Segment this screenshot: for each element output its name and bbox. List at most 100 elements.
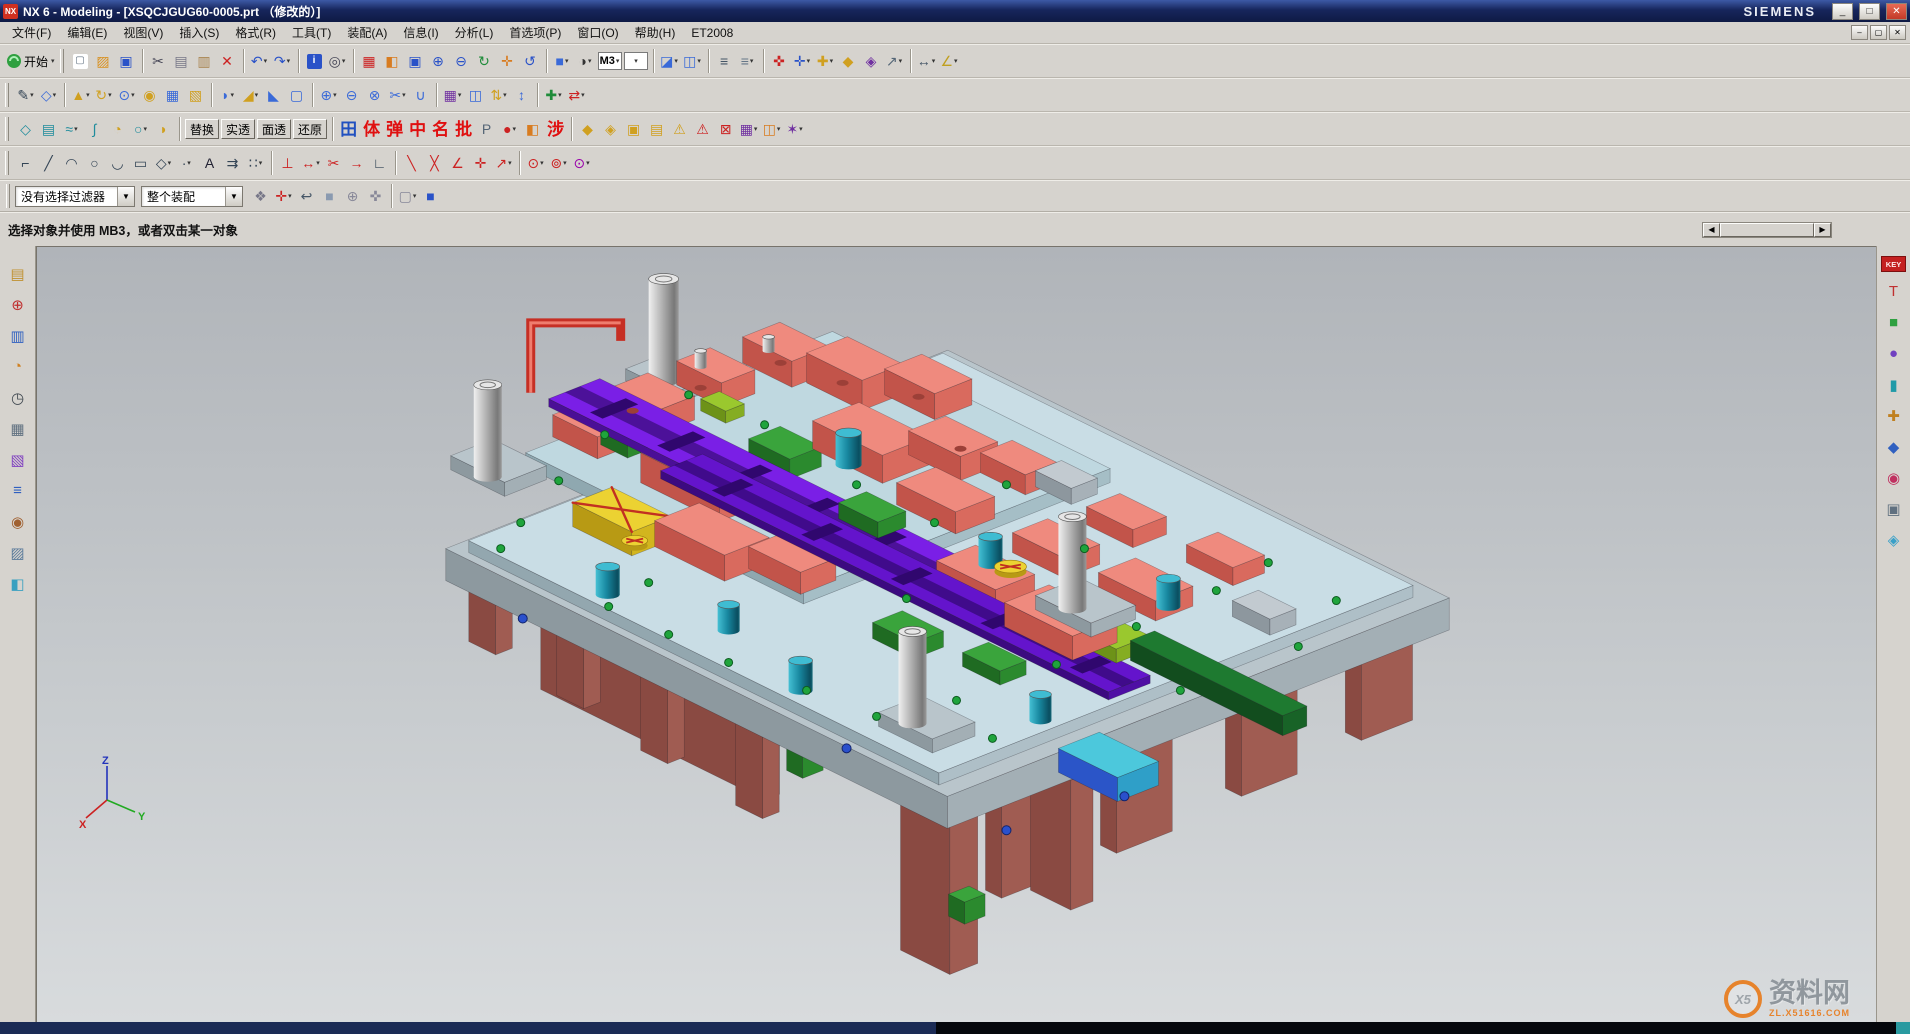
refresh-button[interactable]: ↻ xyxy=(473,50,496,73)
n-sided-surface-button[interactable]: ○▾ xyxy=(129,118,152,141)
rollback-button[interactable]: ↩ xyxy=(295,185,318,208)
selection-scope-combo[interactable]: 整个装配 ▼ xyxy=(141,186,243,207)
menu-item-4[interactable]: 插入(S) xyxy=(171,22,227,43)
scale-body-button[interactable]: ↕ xyxy=(510,84,533,107)
four-point-surface-button[interactable]: ◇ xyxy=(14,118,37,141)
datum-plane-button[interactable]: ◇▾ xyxy=(37,84,60,107)
touch-panel-icon[interactable]: ◧ xyxy=(4,570,32,597)
history-resource-icon[interactable]: ◉ xyxy=(1880,464,1908,491)
menu-item-7[interactable]: 装配(A) xyxy=(339,22,395,43)
arrow-tool-button[interactable]: ↗▾ xyxy=(883,50,906,73)
pan-button[interactable]: ✛ xyxy=(496,50,519,73)
boss-button[interactable]: ◉ xyxy=(138,84,161,107)
measure-angle-button[interactable]: ∠▾ xyxy=(938,50,961,73)
point-circle-a-button[interactable]: ⊙▾ xyxy=(524,152,547,175)
pad-button[interactable]: ▧ xyxy=(184,84,207,107)
rectangle-button[interactable]: ▭ xyxy=(129,152,152,175)
move-face-button[interactable]: ✚▾ xyxy=(542,84,565,107)
unite-button[interactable]: ⊕▾ xyxy=(317,84,340,107)
datum-grid-button[interactable]: ▦ xyxy=(358,50,381,73)
menu-item-1[interactable]: 文件(F) xyxy=(4,22,59,43)
extrude-button[interactable]: ▲▾ xyxy=(69,84,92,107)
revolve-button[interactable]: ↻▾ xyxy=(92,84,115,107)
assembly-resource-icon[interactable]: ■ xyxy=(1880,309,1908,336)
horizontal-scrollbar[interactable]: ◀ ▶ xyxy=(1702,222,1832,238)
m3-tool-button[interactable]: M3▾ xyxy=(598,52,622,70)
text-button[interactable]: A xyxy=(198,152,221,175)
menu-item-11[interactable]: 窗口(O) xyxy=(569,22,626,43)
solid-transparent-button[interactable]: 实透 xyxy=(221,119,255,139)
sketch-angle-button[interactable]: ∠ xyxy=(446,152,469,175)
face-transparent-button[interactable]: 面透 xyxy=(257,119,291,139)
manufacturing-wizard-icon[interactable]: ≡ xyxy=(4,477,32,504)
spring-tool-button[interactable]: 弹 xyxy=(383,118,406,141)
explode-button[interactable]: ✶▾ xyxy=(783,118,806,141)
line-button[interactable]: ╱ xyxy=(37,152,60,175)
orient-wcs-button[interactable]: ✚▾ xyxy=(814,50,837,73)
fit-view-button[interactable]: ▣ xyxy=(404,50,427,73)
measure-distance-button[interactable]: ↔▾ xyxy=(915,50,938,73)
sketch-cross-button[interactable]: ╳ xyxy=(423,152,446,175)
sketch-plus-button[interactable]: ✛ xyxy=(469,152,492,175)
bookmarks-icon[interactable]: ◈ xyxy=(1880,526,1908,553)
arc-button[interactable]: ◠ xyxy=(60,152,83,175)
menu-item-12[interactable]: 帮助(H) xyxy=(627,22,684,43)
restore-button[interactable]: 还原 xyxy=(293,119,327,139)
assembly-navigator-icon[interactable]: ▤ xyxy=(4,260,32,287)
minimize-button[interactable]: _ xyxy=(1832,3,1853,20)
exclude-button[interactable]: ⊠ xyxy=(714,118,737,141)
copy-button[interactable]: ▤ xyxy=(170,50,193,73)
constraints-button[interactable]: ⊥ xyxy=(276,152,299,175)
synchronous-modeling-button[interactable]: ⇄▾ xyxy=(565,84,588,107)
paste-button[interactable]: ▥ xyxy=(193,50,216,73)
move-handle-button[interactable]: ✜ xyxy=(364,185,387,208)
close-button[interactable]: ✕ xyxy=(1886,3,1907,20)
open-button[interactable]: ▨ xyxy=(92,50,115,73)
component-b-button[interactable]: ▤ xyxy=(645,118,668,141)
work-view-button[interactable]: ■ xyxy=(419,185,442,208)
display-grid-button[interactable]: 田 xyxy=(337,118,360,141)
replace-button[interactable]: 替换 xyxy=(185,119,219,139)
swept-button[interactable]: ∫ xyxy=(83,118,106,141)
hole-button[interactable]: ⊙▾ xyxy=(115,84,138,107)
start-button[interactable]: 开始 ▾ xyxy=(3,50,58,73)
info-button[interactable]: i xyxy=(303,50,326,73)
rotate-view-button[interactable]: ↺ xyxy=(519,50,542,73)
name-tool-button[interactable]: 名 xyxy=(429,118,452,141)
command-finder-button[interactable]: ◎▾ xyxy=(326,50,349,73)
delete-button[interactable]: ✕ xyxy=(216,50,239,73)
window-list-button[interactable]: ≡ xyxy=(713,50,736,73)
background-button[interactable]: ▾ xyxy=(624,52,648,70)
undo-button[interactable]: ↶▾ xyxy=(248,50,271,73)
offset-curve-button[interactable]: ⇉ xyxy=(221,152,244,175)
mirror-assembly-button[interactable]: ◫▾ xyxy=(760,118,783,141)
quick-trim-button[interactable]: ✂ xyxy=(322,152,345,175)
save-button[interactable]: ▣ xyxy=(115,50,138,73)
profile-button[interactable]: ⌐ xyxy=(14,152,37,175)
dimensions-button[interactable]: ↔▾ xyxy=(299,152,322,175)
menu-item-3[interactable]: 视图(V) xyxy=(115,22,171,43)
point-circle-b-button[interactable]: ⊚▾ xyxy=(547,152,570,175)
offset-face-button[interactable]: ⇅▾ xyxy=(487,84,510,107)
menu-item-2[interactable]: 编辑(E) xyxy=(59,22,115,43)
chevron-down-icon[interactable]: ▼ xyxy=(225,187,242,206)
scroll-left-icon[interactable]: ◀ xyxy=(1703,223,1720,237)
section-surface-button[interactable]: ◔ xyxy=(106,118,129,141)
history-icon[interactable]: ◷ xyxy=(4,384,32,411)
reuse-library-icon[interactable]: ◔ xyxy=(4,353,32,380)
circle-button[interactable]: ○ xyxy=(83,152,106,175)
layer-settings-button[interactable]: ≡▾ xyxy=(736,50,759,73)
zoom-out-button[interactable]: ⊖ xyxy=(450,50,473,73)
interference-button[interactable]: 涉 xyxy=(544,118,567,141)
shaded-display-button[interactable]: ■▾ xyxy=(551,50,574,73)
editors-button[interactable]: ◫▾ xyxy=(681,50,704,73)
point-button[interactable]: ∙▾ xyxy=(175,152,198,175)
hd3d-tools-icon[interactable]: ✚ xyxy=(1880,402,1908,429)
csys-button[interactable]: ✜ xyxy=(768,50,791,73)
palettes-icon[interactable]: ▣ xyxy=(1880,495,1908,522)
body-tool-button[interactable]: 体 xyxy=(360,118,383,141)
open-component-button[interactable]: ◈ xyxy=(599,118,622,141)
component-a-button[interactable]: ▣ xyxy=(622,118,645,141)
process-studio-icon[interactable]: ▧ xyxy=(4,446,32,473)
nx-app-icon[interactable]: NX xyxy=(3,4,18,19)
